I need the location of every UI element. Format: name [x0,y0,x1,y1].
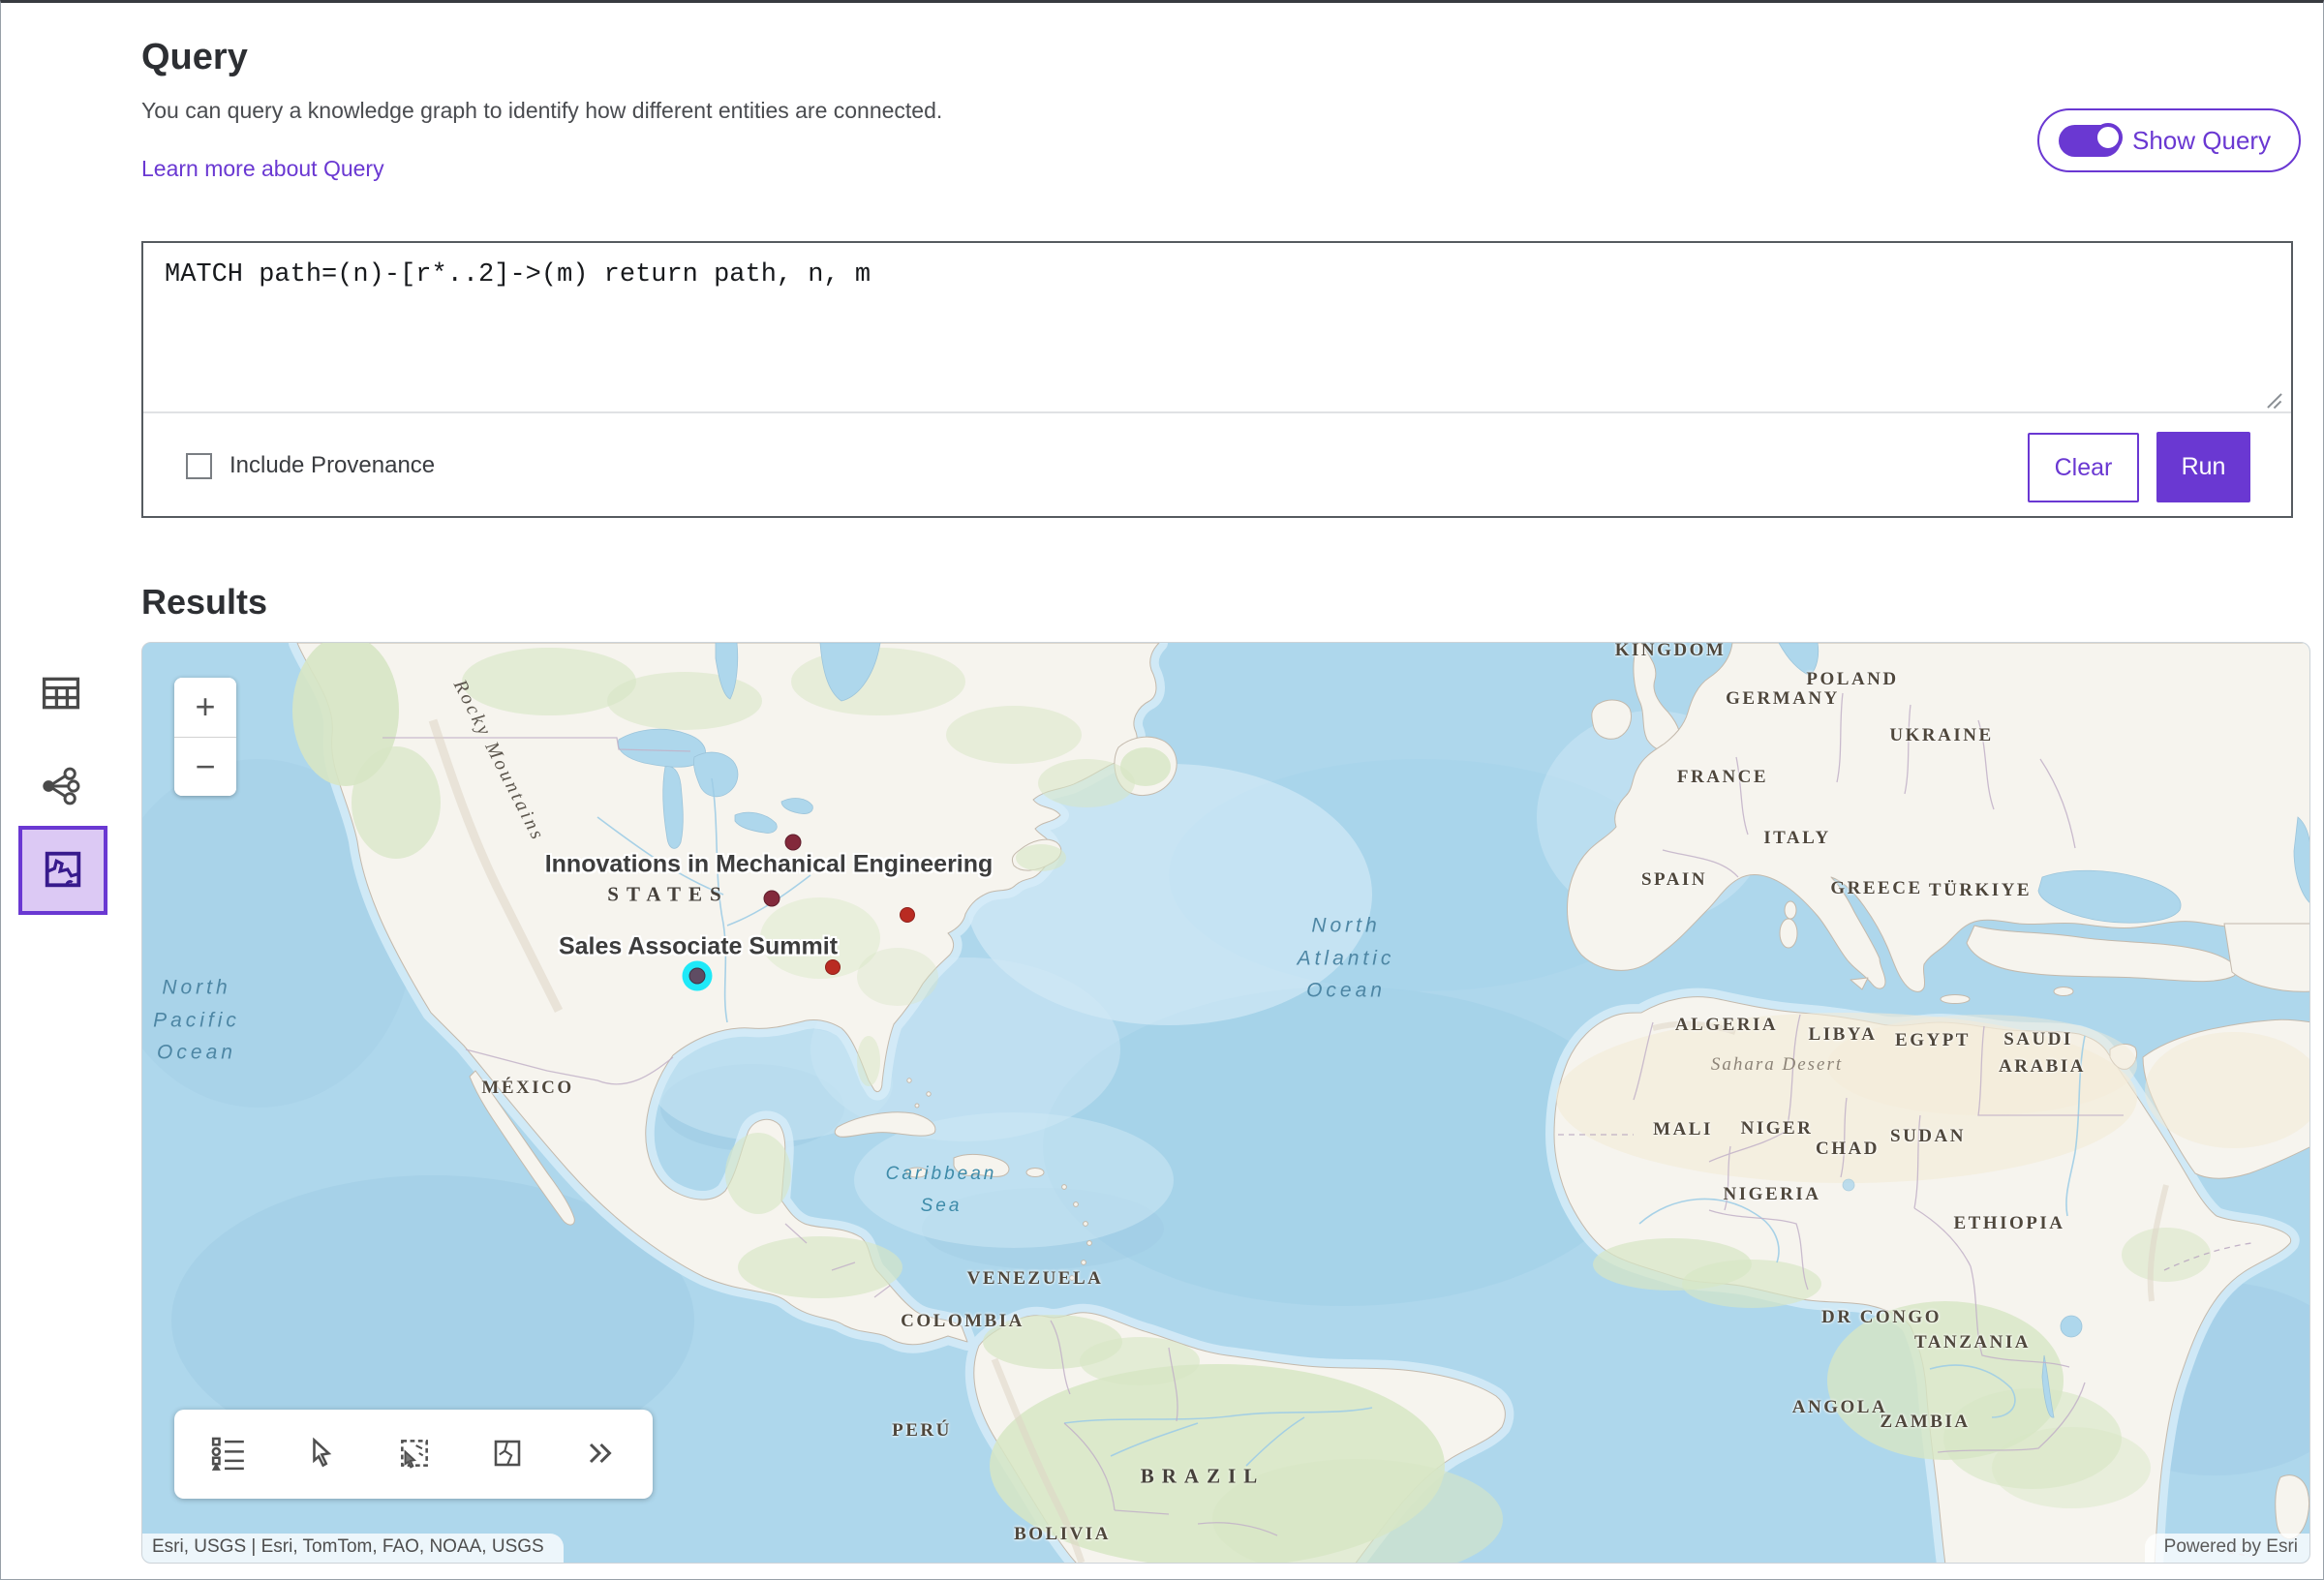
show-query-toggle[interactable]: Show Query [2037,108,2301,172]
map-toolbar [174,1410,653,1499]
map-marker-3[interactable] [825,959,841,975]
select-extent-icon [490,1436,525,1474]
include-provenance-label: Include Provenance [229,452,435,479]
query-panel: MATCH path=(n)-[r*..2]->(m) return path,… [141,241,2293,518]
knowledge-graph-query-page: Query You can query a knowledge graph to… [0,0,2324,1580]
map-marker-selected[interactable] [689,968,706,985]
zoom-out-button[interactable]: − [174,738,236,797]
link-chart-icon [38,765,84,810]
zoom-in-button[interactable]: + [174,678,236,737]
query-panel-footer: Include Provenance Clear Run [143,415,2291,516]
map-icon [41,847,85,895]
zoom-control: + − [174,678,236,796]
learn-more-link[interactable]: Learn more about Query [141,156,384,182]
view-table-button[interactable] [24,657,98,731]
expand-toolbar-button[interactable] [576,1430,623,1479]
attribution-powered-by: Powered by Esri [2145,1534,2309,1563]
attribution-sources: Esri, USGS | Esri, TomTom, FAO, NOAA, US… [142,1534,564,1563]
resize-grip-icon[interactable] [2264,390,2285,411]
query-description: You can query a knowledge graph to ident… [141,98,942,124]
map-marker-1[interactable] [764,891,780,907]
map-viewport[interactable]: KINGDOMPOLANDGERMANYUKRAINEFRANCEITALYSP… [141,642,2310,1564]
legend-button[interactable] [204,1429,253,1480]
cursor-select-button[interactable] [298,1430,345,1479]
clear-button[interactable]: Clear [2028,433,2139,502]
toggle-knob [2094,123,2123,152]
expand-icon [582,1436,617,1474]
select-features-icon [396,1435,433,1474]
include-provenance-checkbox[interactable] [186,453,212,479]
run-button[interactable]: Run [2156,432,2250,502]
results-title: Results [141,582,267,623]
table-icon [37,672,85,717]
toggle-track[interactable] [2059,125,2121,157]
select-extent-button[interactable] [484,1430,531,1479]
map-marker-2[interactable] [900,907,915,923]
query-input[interactable]: MATCH path=(n)-[r*..2]->(m) return path,… [143,243,2291,413]
map-marker-0[interactable] [785,835,802,851]
show-query-label: Show Query [2132,126,2271,156]
view-map-button[interactable] [18,826,107,915]
cursor-select-icon [304,1436,339,1474]
map-attribution: Esri, USGS | Esri, TomTom, FAO, NOAA, US… [142,1534,2309,1563]
view-link-chart-button[interactable] [24,750,98,824]
page-title: Query [141,37,248,78]
select-features-button[interactable] [390,1429,439,1480]
legend-icon [210,1435,247,1474]
